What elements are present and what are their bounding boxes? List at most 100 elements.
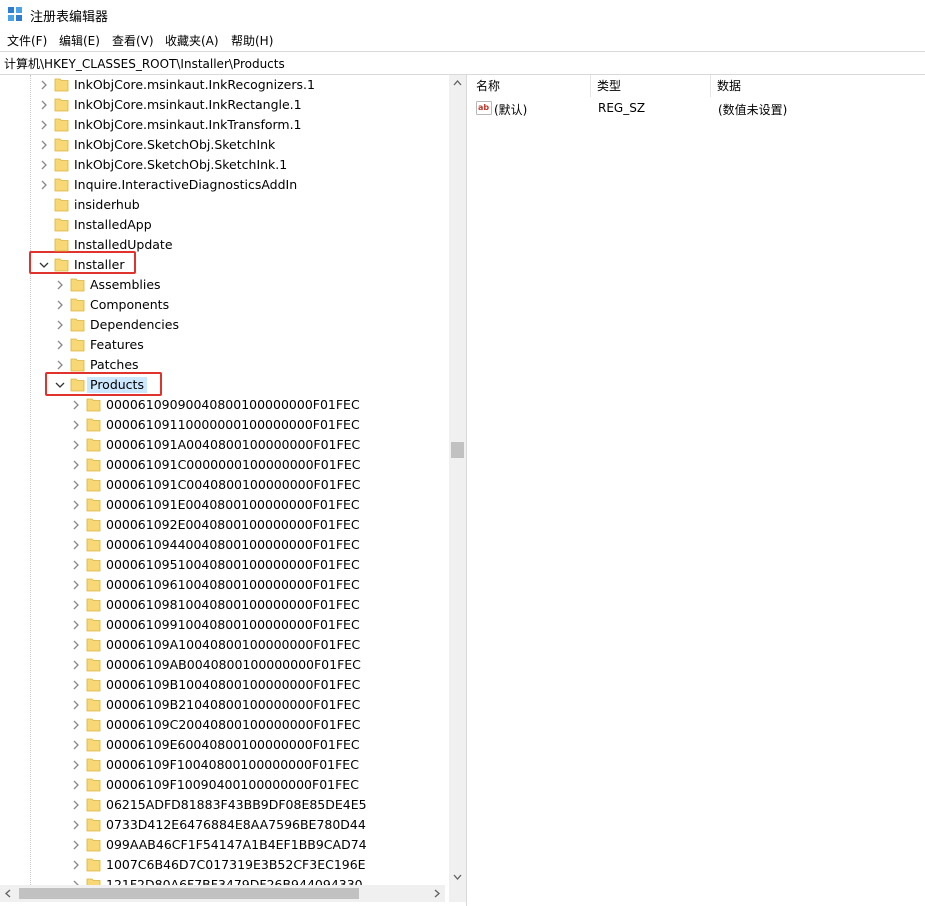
tree-node[interactable]: InstalledApp bbox=[0, 215, 445, 235]
tree-node[interactable]: 000061091C0000000100000000F01FEC bbox=[0, 455, 445, 475]
menu-edit[interactable]: 编辑(E) bbox=[59, 32, 100, 49]
value-list-pane[interactable]: 名称 类型 数据 ab (默认) REG_SZ (数值未设置) bbox=[470, 75, 925, 906]
tree-node[interactable]: 00006109510040800100000000F01FEC bbox=[0, 555, 445, 575]
tree-node-label[interactable]: 00006109E60040800100000000F01FEC bbox=[103, 737, 363, 753]
tree-node-label[interactable]: InkObjCore.msinkaut.InkRecognizers.1 bbox=[71, 77, 318, 93]
tree-node[interactable]: 00006109E60040800100000000F01FEC bbox=[0, 735, 445, 755]
tree-node[interactable]: Products bbox=[0, 375, 445, 395]
tree-node[interactable]: 00006109810040800100000000F01FEC bbox=[0, 595, 445, 615]
chevron-right-icon[interactable] bbox=[53, 277, 67, 293]
chevron-right-icon[interactable] bbox=[53, 337, 67, 353]
tree-node[interactable]: 00006109F10090400100000000F01FEC bbox=[0, 775, 445, 795]
tree-node-label[interactable]: 00006109440040800100000000F01FEC bbox=[103, 537, 363, 553]
menu-favorites[interactable]: 收藏夹(A) bbox=[165, 32, 219, 49]
tree-node-label[interactable]: 00006109110000000100000000F01FEC bbox=[103, 417, 363, 433]
chevron-right-icon[interactable] bbox=[69, 497, 83, 513]
chevron-right-icon[interactable] bbox=[69, 757, 83, 773]
chevron-right-icon[interactable] bbox=[69, 617, 83, 633]
column-header-data[interactable]: 数据 bbox=[711, 75, 925, 97]
chevron-right-icon[interactable] bbox=[69, 837, 83, 853]
tree-node[interactable]: 00006109610040800100000000F01FEC bbox=[0, 575, 445, 595]
tree-node-label[interactable]: 00006109910040800100000000F01FEC bbox=[103, 617, 363, 633]
tree-node[interactable]: 00006109440040800100000000F01FEC bbox=[0, 535, 445, 555]
tree-node[interactable]: InkObjCore.msinkaut.InkRectangle.1 bbox=[0, 95, 445, 115]
chevron-down-icon[interactable] bbox=[37, 257, 51, 273]
chevron-right-icon[interactable] bbox=[69, 517, 83, 533]
tree-vertical-scroll-thumb[interactable] bbox=[451, 442, 464, 458]
tree-node[interactable]: 000061091A0040800100000000F01FEC bbox=[0, 435, 445, 455]
tree-node[interactable]: 099AAB46CF1F54147A1B4EF1BB9CAD74 bbox=[0, 835, 445, 855]
chevron-right-icon[interactable] bbox=[69, 397, 83, 413]
tree-node-label[interactable]: InkObjCore.SketchObj.SketchInk.1 bbox=[71, 157, 290, 173]
tree-node-label[interactable]: 121F2D80A6F7BF3479DF26B944094330 bbox=[103, 877, 366, 885]
chevron-right-icon[interactable] bbox=[69, 657, 83, 673]
chevron-right-icon[interactable] bbox=[69, 417, 83, 433]
address-bar[interactable]: 计算机\HKEY_CLASSES_ROOT\Installer\Products bbox=[0, 51, 925, 75]
tree-node[interactable]: 00006109910040800100000000F01FEC bbox=[0, 615, 445, 635]
tree-node[interactable]: 000061092E0040800100000000F01FEC bbox=[0, 515, 445, 535]
chevron-right-icon[interactable] bbox=[69, 457, 83, 473]
tree-node-label[interactable]: 000061091C0040800100000000F01FEC bbox=[103, 477, 363, 493]
tree-node[interactable]: 1007C6B46D7C017319E3B52CF3EC196E bbox=[0, 855, 445, 875]
chevron-right-icon[interactable] bbox=[69, 697, 83, 713]
chevron-right-icon[interactable] bbox=[69, 597, 83, 613]
chevron-right-icon[interactable] bbox=[69, 877, 83, 885]
tree-node[interactable]: InkObjCore.msinkaut.InkRecognizers.1 bbox=[0, 75, 445, 95]
tree-node-label[interactable]: 00006109810040800100000000F01FEC bbox=[103, 597, 363, 613]
column-header-name[interactable]: 名称 bbox=[470, 75, 591, 97]
chevron-right-icon[interactable] bbox=[53, 297, 67, 313]
tree-node[interactable]: 00006109AB0040800100000000F01FEC bbox=[0, 655, 445, 675]
tree-node[interactable]: InkObjCore.SketchObj.SketchInk bbox=[0, 135, 445, 155]
tree-node-label[interactable]: 00006109610040800100000000F01FEC bbox=[103, 577, 363, 593]
scroll-left-arrow-icon[interactable] bbox=[0, 885, 17, 902]
tree-node-label[interactable]: 00006109090040800100000000F01FEC bbox=[103, 397, 363, 413]
tree-node-label[interactable]: InkObjCore.msinkaut.InkTransform.1 bbox=[71, 117, 305, 133]
tree-node-label[interactable]: 1007C6B46D7C017319E3B52CF3EC196E bbox=[103, 857, 369, 873]
tree-node-label[interactable]: InstalledUpdate bbox=[71, 237, 176, 253]
tree-node[interactable]: InkObjCore.SketchObj.SketchInk.1 bbox=[0, 155, 445, 175]
chevron-right-icon[interactable] bbox=[69, 777, 83, 793]
chevron-right-icon[interactable] bbox=[69, 477, 83, 493]
tree-node-label[interactable]: 00006109A10040800100000000F01FEC bbox=[103, 637, 363, 653]
chevron-right-icon[interactable] bbox=[37, 137, 51, 153]
scroll-down-arrow-icon[interactable] bbox=[449, 868, 466, 885]
tree-view[interactable]: InkObjCore.msinkaut.InkRecognizers.1 InkO… bbox=[0, 75, 445, 885]
tree-node[interactable]: InstalledUpdate bbox=[0, 235, 445, 255]
tree-node-label[interactable]: Products bbox=[87, 377, 147, 393]
tree-node[interactable]: 000061091E0040800100000000F01FEC bbox=[0, 495, 445, 515]
tree-node[interactable]: 121F2D80A6F7BF3479DF26B944094330 bbox=[0, 875, 445, 885]
chevron-right-icon[interactable] bbox=[69, 437, 83, 453]
tree-node-label[interactable]: 00006109F10090400100000000F01FEC bbox=[103, 777, 362, 793]
tree-node-label[interactable]: 099AAB46CF1F54147A1B4EF1BB9CAD74 bbox=[103, 837, 370, 853]
chevron-right-icon[interactable] bbox=[69, 577, 83, 593]
chevron-right-icon[interactable] bbox=[37, 77, 51, 93]
tree-node-label[interactable]: Assemblies bbox=[87, 277, 164, 293]
tree-node[interactable]: Inquire.InteractiveDiagnosticsAddIn bbox=[0, 175, 445, 195]
tree-node-label[interactable]: 06215ADFD81883F43BB9DF08E85DE4E5 bbox=[103, 797, 370, 813]
tree-node-label[interactable]: 000061091E0040800100000000F01FEC bbox=[103, 497, 363, 513]
scroll-up-arrow-icon[interactable] bbox=[449, 75, 466, 92]
tree-node[interactable]: 00006109F10040800100000000F01FEC bbox=[0, 755, 445, 775]
tree-node[interactable]: Patches bbox=[0, 355, 445, 375]
chevron-right-icon[interactable] bbox=[69, 677, 83, 693]
chevron-right-icon[interactable] bbox=[37, 117, 51, 133]
tree-node[interactable]: 000061091C0040800100000000F01FEC bbox=[0, 475, 445, 495]
chevron-right-icon[interactable] bbox=[37, 177, 51, 193]
menu-view[interactable]: 查看(V) bbox=[112, 32, 154, 49]
tree-node[interactable]: Features bbox=[0, 335, 445, 355]
menu-help[interactable]: 帮助(H) bbox=[231, 32, 273, 49]
tree-node-label[interactable]: InkObjCore.SketchObj.SketchInk bbox=[71, 137, 278, 153]
tree-node-label[interactable]: 00006109B21040800100000000F01FEC bbox=[103, 697, 363, 713]
value-name-cell[interactable]: (默认) bbox=[494, 101, 527, 118]
tree-node-label[interactable]: 00006109C20040800100000000F01FEC bbox=[103, 717, 363, 733]
tree-node-label[interactable]: InkObjCore.msinkaut.InkRectangle.1 bbox=[71, 97, 305, 113]
tree-vertical-scrollbar[interactable] bbox=[449, 75, 466, 885]
tree-node-label[interactable]: insiderhub bbox=[71, 197, 143, 213]
chevron-right-icon[interactable] bbox=[53, 357, 67, 373]
tree-horizontal-scrollbar[interactable] bbox=[0, 885, 445, 902]
tree-node[interactable]: 06215ADFD81883F43BB9DF08E85DE4E5 bbox=[0, 795, 445, 815]
tree-node-label[interactable]: 00006109F10040800100000000F01FEC bbox=[103, 757, 362, 773]
chevron-right-icon[interactable] bbox=[37, 157, 51, 173]
tree-horizontal-scroll-thumb[interactable] bbox=[19, 888, 359, 899]
address-path[interactable]: 计算机\HKEY_CLASSES_ROOT\Installer\Products bbox=[4, 55, 285, 72]
